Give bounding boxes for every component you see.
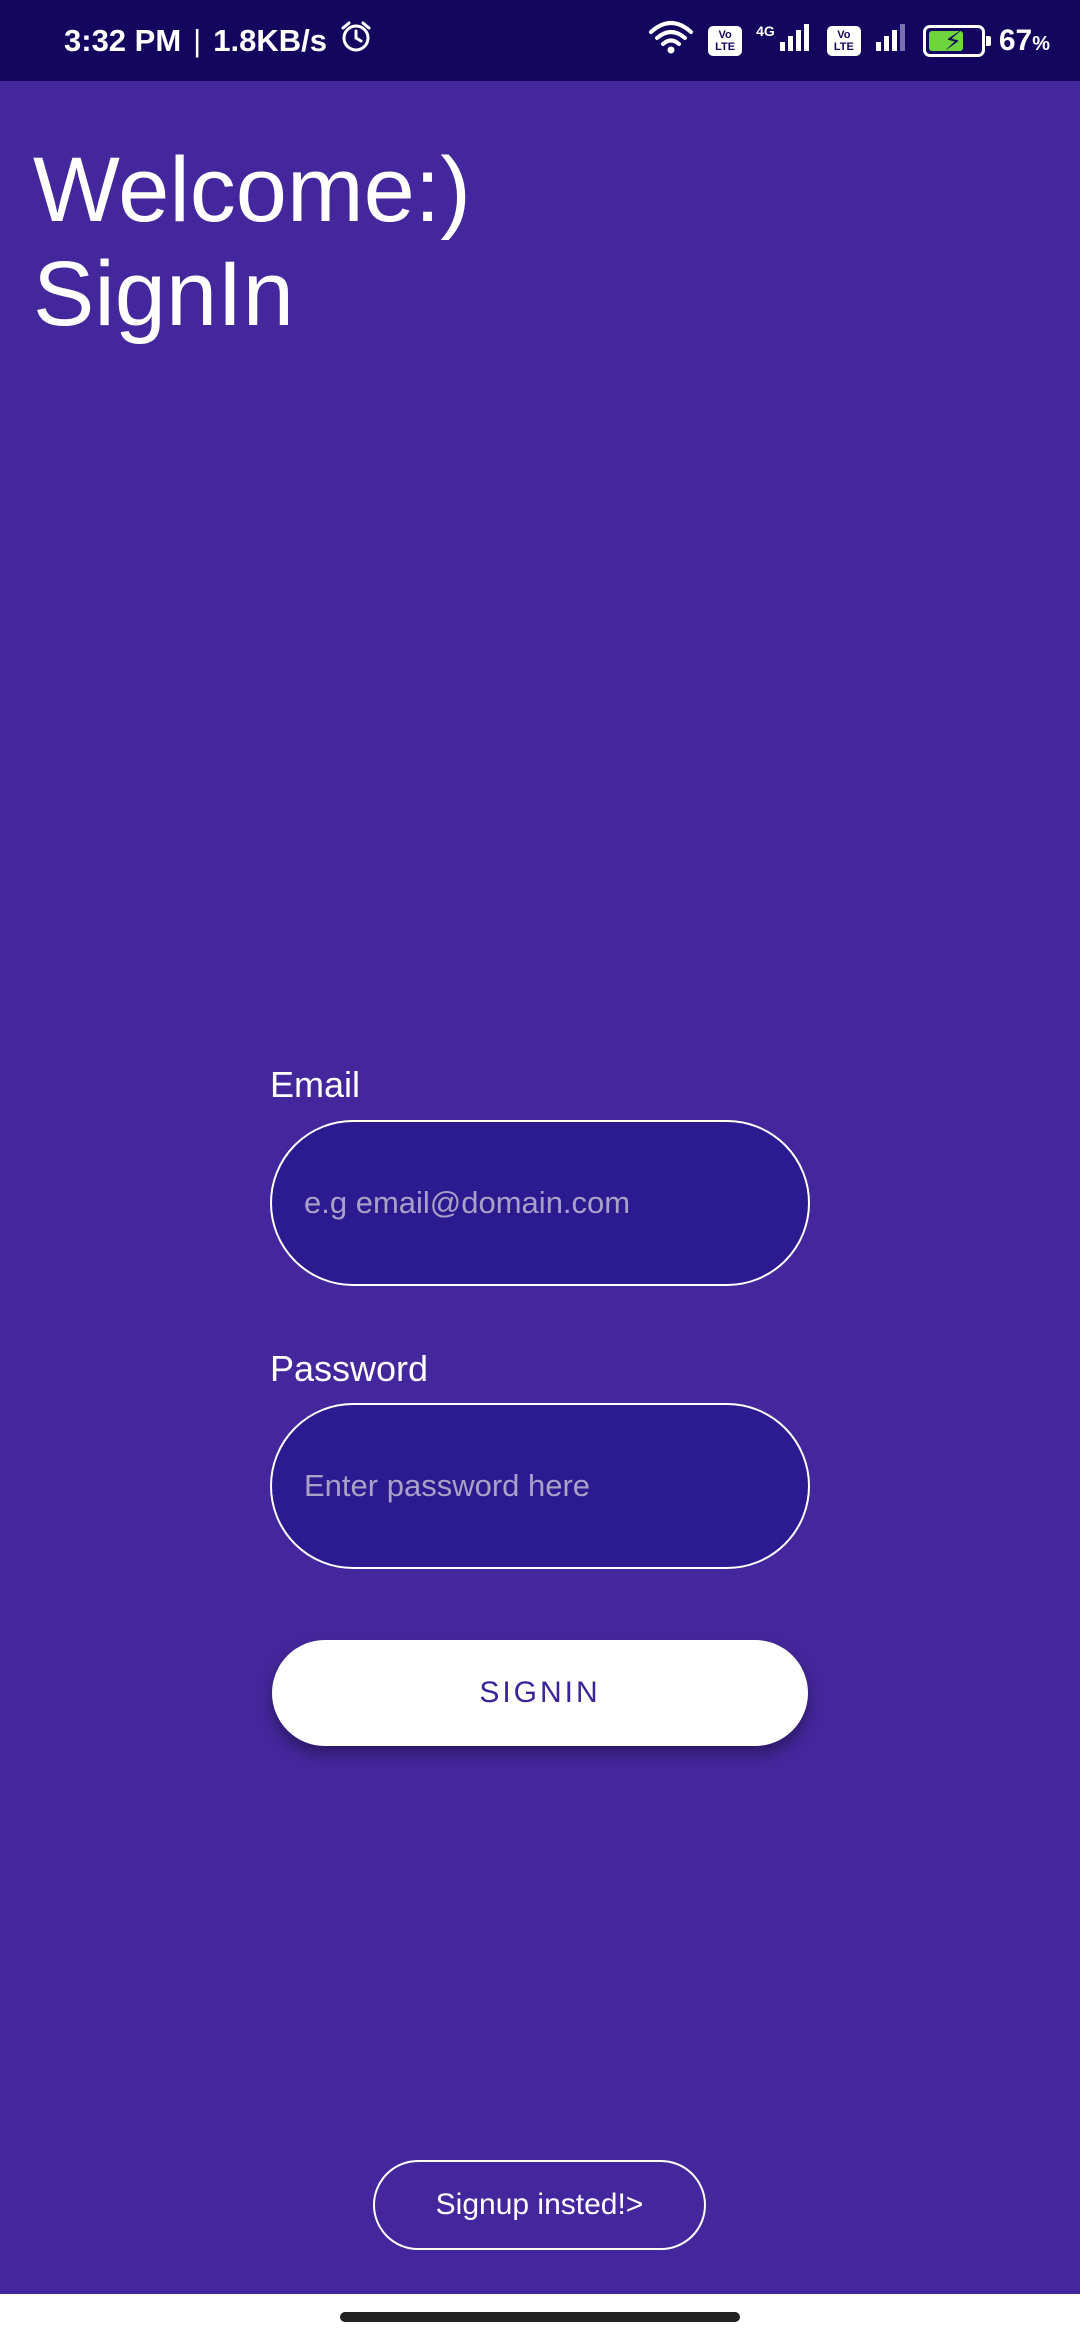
signin-title: SignIn	[33, 243, 294, 345]
battery-percent-value: 67	[998, 23, 1033, 57]
welcome-text: Welcome:)	[33, 139, 471, 241]
signup-button[interactable]: Signup insted!>	[373, 2160, 706, 2250]
network-type: 4G	[756, 22, 775, 39]
email-field-container[interactable]	[270, 1120, 810, 1286]
gesture-handle[interactable]	[340, 2312, 740, 2322]
password-field[interactable]	[304, 1468, 808, 1504]
page-title: Welcome:) SignIn	[33, 138, 471, 346]
volte-label-bottom: LTE	[833, 40, 854, 53]
signin-button[interactable]: SIGNIN	[272, 1640, 808, 1746]
email-label: Email	[270, 1064, 361, 1105]
volte-label-top: Vo	[718, 28, 732, 41]
network-speed: 1.8KB/s	[213, 22, 327, 58]
alarm-icon	[339, 20, 373, 62]
signal-icon-2	[875, 22, 909, 60]
status-bar-left: 3:32 PM | 1.8KB/s	[64, 20, 373, 62]
battery-icon: ⚡	[922, 24, 991, 57]
clock: 3:32 PM	[64, 22, 182, 58]
password-label: Password	[270, 1348, 429, 1389]
email-field[interactable]	[304, 1185, 808, 1221]
status-separator: |	[193, 22, 202, 58]
charging-bolt-icon: ⚡	[943, 25, 963, 56]
wifi-icon	[648, 20, 694, 62]
volte-icon-2: Vo LTE	[826, 25, 861, 56]
password-field-container[interactable]	[270, 1403, 810, 1569]
signal-icon	[779, 22, 813, 60]
volte-label-top: Vo	[837, 28, 851, 41]
status-bar-right: Vo LTE 4G Vo LTE ⚡ 67%	[648, 20, 1050, 62]
status-bar: 3:32 PM | 1.8KB/s Vo LTE 4G Vo LTE ⚡ 67%	[0, 0, 1080, 81]
navigation-bar	[0, 2294, 1080, 2340]
battery-percent-sign: %	[1032, 32, 1050, 55]
volte-icon: Vo LTE	[708, 25, 743, 56]
volte-label-bottom: LTE	[715, 40, 736, 53]
battery-percent: 67%	[999, 24, 1050, 58]
